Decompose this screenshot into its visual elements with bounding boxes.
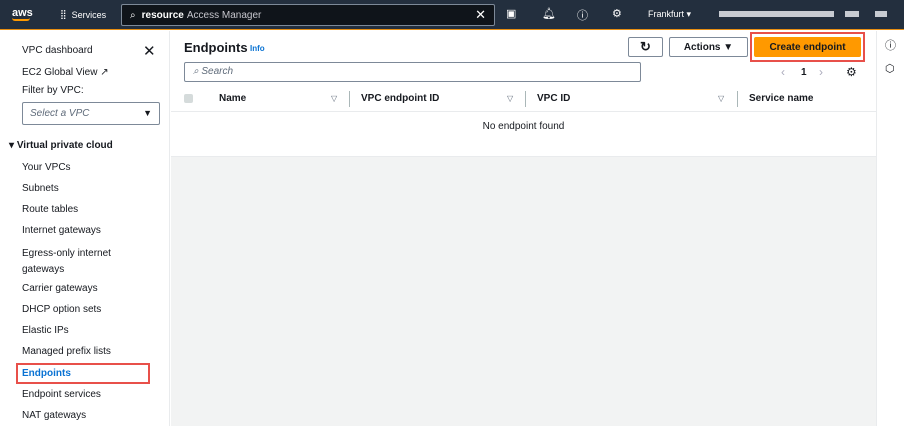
clear-icon[interactable]: ✕ bbox=[475, 7, 486, 23]
sidebar-item-route-tables[interactable]: Route tables bbox=[22, 204, 78, 215]
account-menu[interactable] bbox=[719, 11, 834, 17]
column-divider[interactable] bbox=[349, 91, 350, 107]
sidebar-item-egress-only-internet-gateways[interactable]: Egress-only internet gateways bbox=[22, 246, 132, 278]
gear-icon[interactable]: ⚙ bbox=[612, 7, 622, 20]
vpc-filter-select[interactable]: Select a VPC bbox=[22, 102, 160, 125]
cloudshell-icon[interactable]: ▣ bbox=[506, 7, 516, 20]
sidebar-item-your-vpcs[interactable]: Your VPCs bbox=[22, 162, 71, 173]
endpoints-table-card: Endpoints Info ↻ Actions ▼ Create endpoi… bbox=[171, 31, 876, 157]
refresh-button[interactable]: ↻ bbox=[628, 37, 663, 57]
region-selector[interactable]: Frankfurt ▾ bbox=[648, 9, 691, 20]
help-icon[interactable]: ⓘ bbox=[577, 7, 588, 23]
sidebar-item-elastic-ips[interactable]: Elastic IPs bbox=[22, 325, 69, 336]
sort-icon[interactable]: ▽ bbox=[718, 94, 724, 103]
bell-icon[interactable]: 🔔︎ bbox=[542, 7, 556, 20]
account-extra bbox=[845, 11, 859, 17]
sort-icon[interactable]: ▽ bbox=[507, 94, 513, 103]
info-panel-icon[interactable]: ⓘ bbox=[885, 37, 896, 53]
column-header-vpc-id[interactable]: VPC ID bbox=[537, 93, 570, 104]
highlight-box bbox=[16, 363, 150, 384]
sidebar-item-nat-gateways[interactable]: NAT gateways bbox=[22, 410, 86, 421]
section-virtual-private-cloud[interactable]: ▾ Virtual private cloud bbox=[9, 140, 113, 151]
column-header-name[interactable]: Name bbox=[219, 93, 246, 104]
refresh-icon: ↻ bbox=[640, 39, 651, 54]
right-rail: ⓘ ⬡ bbox=[876, 31, 904, 426]
search-icon: ⌕ bbox=[130, 9, 136, 21]
settings-gear-icon[interactable]: ⚙ bbox=[846, 65, 857, 79]
top-nav: aws ⣿ Services ⌕ resource Access Manager ✕ ▣… bbox=[0, 0, 904, 30]
sidebar-item-subnets[interactable]: Subnets bbox=[22, 183, 59, 194]
empty-state: No endpoint found bbox=[482, 121, 565, 132]
search-input[interactable]: ⌕ Search bbox=[184, 62, 641, 82]
actions-button[interactable]: Actions ▼ bbox=[669, 37, 748, 57]
header-divider bbox=[171, 111, 876, 112]
page-title: Endpoints bbox=[184, 40, 248, 55]
prev-page-icon[interactable]: ‹ bbox=[781, 65, 785, 79]
column-header-vpc-endpoint-id[interactable]: VPC endpoint ID bbox=[361, 93, 439, 104]
sidebar-item-ec2-global-view[interactable]: EC2 Global View ↗ bbox=[22, 67, 109, 78]
aws-logo[interactable]: aws bbox=[12, 7, 42, 21]
services-menu[interactable]: ⣿ Services bbox=[60, 9, 106, 20]
highlight-box bbox=[750, 32, 865, 62]
external-link-icon: ↗ bbox=[100, 67, 109, 78]
grid-icon: ⣿ bbox=[60, 9, 67, 19]
select-all-checkbox[interactable] bbox=[184, 94, 193, 103]
account-extra-2 bbox=[875, 11, 887, 17]
sidebar-item-endpoint-services[interactable]: Endpoint services bbox=[22, 389, 101, 400]
sidebar-item-dhcp-option-sets[interactable]: DHCP option sets bbox=[22, 304, 101, 315]
sort-icon[interactable]: ▽ bbox=[331, 94, 337, 103]
sidebar: VPC dashboard ✕ EC2 Global View ↗ Filter… bbox=[0, 31, 170, 426]
sidebar-item-internet-gateways[interactable]: Internet gateways bbox=[22, 225, 101, 236]
info-link[interactable]: Info bbox=[250, 44, 265, 53]
column-header-service-name[interactable]: Service name bbox=[749, 93, 814, 104]
next-page-icon[interactable]: › bbox=[819, 65, 823, 79]
sidebar-item-managed-prefix-lists[interactable]: Managed prefix lists bbox=[22, 346, 111, 357]
column-divider[interactable] bbox=[737, 91, 738, 107]
column-divider[interactable] bbox=[525, 91, 526, 107]
global-search-input[interactable]: ⌕ resource Access Manager ✕ bbox=[121, 4, 495, 26]
close-icon[interactable]: ✕ bbox=[143, 42, 156, 60]
hexagon-icon[interactable]: ⬡ bbox=[885, 62, 895, 75]
page-number[interactable]: 1 bbox=[801, 67, 807, 78]
sidebar-item-carrier-gateways[interactable]: Carrier gateways bbox=[22, 283, 98, 294]
main-content: Endpoints Info ↻ Actions ▼ Create endpoi… bbox=[171, 31, 876, 426]
filter-label: Filter by VPC: bbox=[22, 85, 84, 96]
sidebar-item-vpc-dashboard[interactable]: VPC dashboard bbox=[22, 45, 93, 56]
